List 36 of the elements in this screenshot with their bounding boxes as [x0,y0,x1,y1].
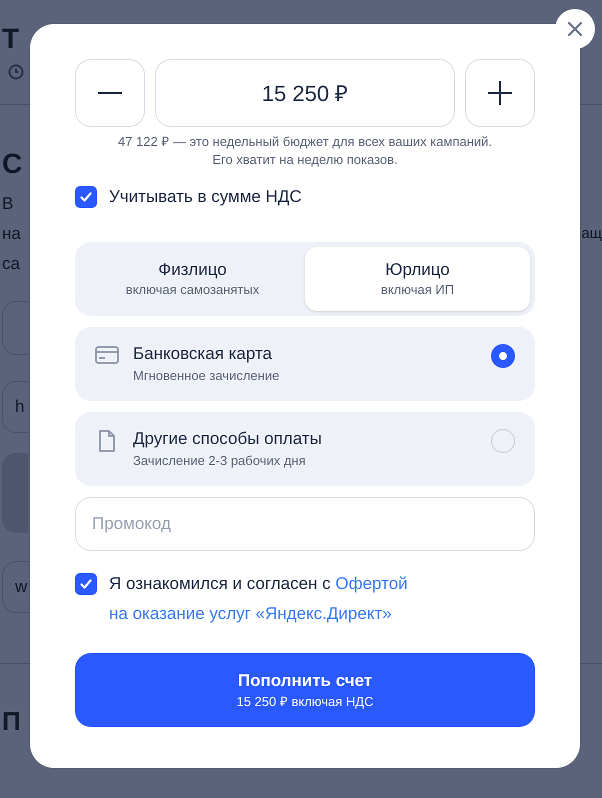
description-text: ащ [581,224,602,244]
checkmark-icon [79,190,93,204]
checkmark-icon [79,576,93,590]
close-icon [567,21,583,37]
section-heading: С [1,147,22,181]
option-title: Другие способы оплаты [133,428,323,450]
section-heading: П [1,707,21,735]
payment-option[interactable]: Банковская карта Мгновенное зачисление [75,326,535,400]
segment-tab[interactable]: Физлицо включая самозанятых [80,246,305,310]
amount-field[interactable]: 15 250 ₽ [155,59,455,127]
credit-card-icon [95,346,119,364]
offer-link[interactable]: на оказание услуг «Яндекс.Директ» [109,604,392,622]
clock-icon [8,64,24,80]
checkbox-label: Учитывать в сумме НДС [109,186,302,208]
option-title: Банковская карта [133,342,274,364]
description-text: В [2,193,14,215]
plus-icon [488,81,512,105]
minus-icon [98,92,122,94]
payment-option[interactable]: Другие способы оплаты Зачисление 2-3 рабочих дня [75,412,535,486]
page-title: Т [1,22,20,56]
promo-code-field[interactable]: Промокод [75,496,535,550]
option-subtitle: Зачисление 2-3 рабочих дня [133,452,307,470]
radio-button[interactable] [491,344,515,368]
description-text: са [2,253,20,275]
segment-tab[interactable]: Юрлицо включая ИП [305,246,530,310]
description-text: на [2,223,21,245]
agreement-text: Я ознакомился и согласен с Офертой на оказание услуг «Яндекс.Директ» [109,572,409,624]
hint-text: Его хватит на неделю показов. [212,151,398,169]
top-up-button[interactable]: Пополнить счет 15 250 ₽ включая НДС [75,652,535,726]
document-icon [98,428,116,452]
checkbox[interactable] [75,186,97,208]
hint-text: 47 122 ₽ — это недельный бюджет для всех ваших кампаний. [118,133,492,151]
option-subtitle: Мгновенное зачисление [133,366,280,384]
radio-button[interactable] [491,428,515,452]
offer-link[interactable]: Офертой [335,574,408,592]
checkbox[interactable] [75,572,97,594]
